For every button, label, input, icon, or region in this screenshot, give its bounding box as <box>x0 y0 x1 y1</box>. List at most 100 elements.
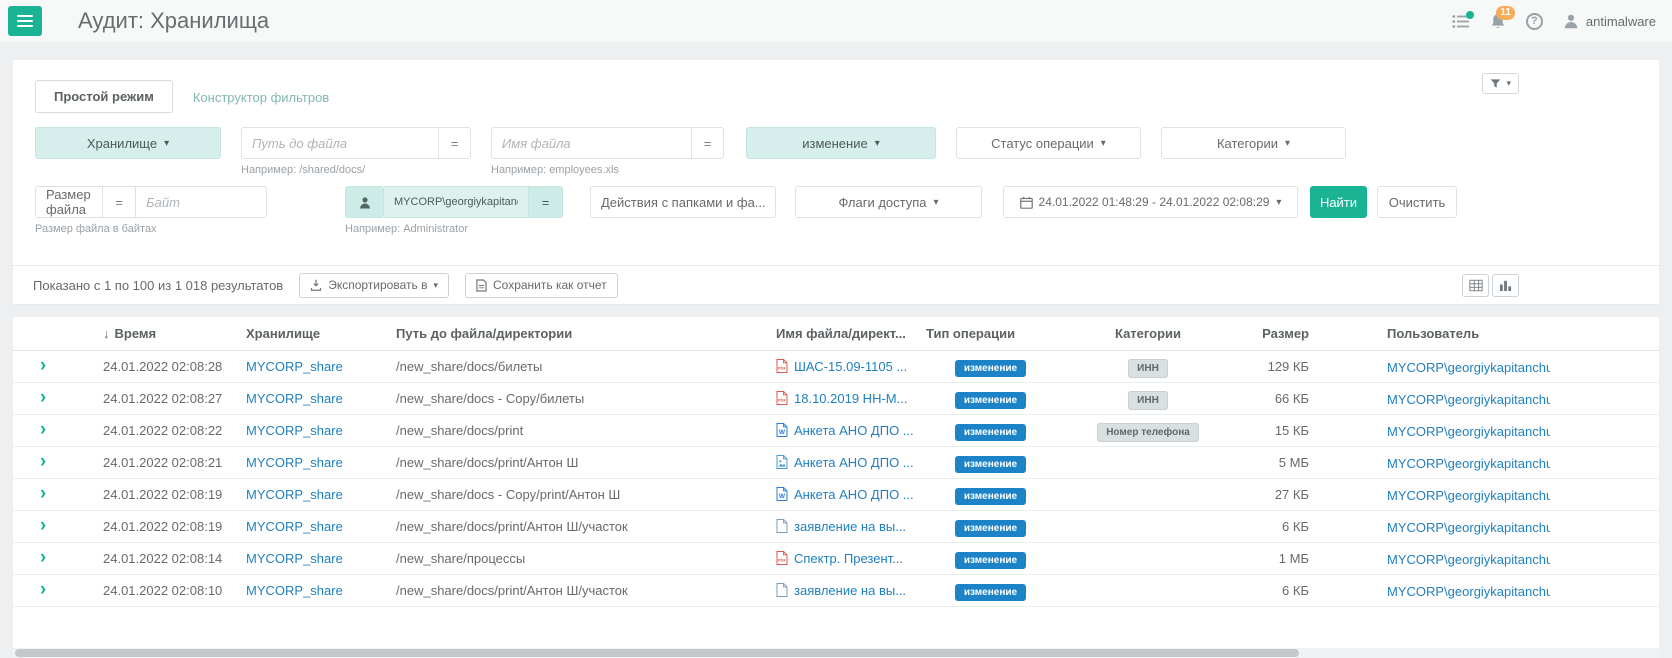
user-icon <box>1563 13 1579 29</box>
tabs-row: Простой режим Конструктор фильтров <box>13 60 1659 113</box>
row-user-link[interactable]: MYCORP\georgiykapitanchuk <box>1387 392 1550 407</box>
categories-label: Категории <box>1217 136 1278 151</box>
export-label: Экспортировать в <box>328 278 427 292</box>
operation-type-dropdown[interactable]: изменение ▾ <box>746 127 936 159</box>
row-user-link[interactable]: MYCORP\georgiykapitanchuk <box>1387 360 1550 375</box>
row-size: 66 КБ <box>1233 383 1379 415</box>
row-storage-link[interactable]: MYCORP_share <box>246 391 343 406</box>
row-file-link[interactable]: Анкета АНО ДПО ... <box>794 487 914 502</box>
filters-panel: Простой режим Конструктор фильтров ▾ Хра… <box>13 60 1659 265</box>
row-file-link[interactable]: 18.10.2019 НН-М... <box>794 391 907 406</box>
col-header-file[interactable]: Имя файла/директ... <box>768 317 918 351</box>
filename-equals-addon: = <box>691 127 724 159</box>
col-header-time[interactable]: ↓Время <box>73 317 238 351</box>
filter-options-button[interactable]: ▾ <box>1482 73 1519 94</box>
expand-row-icon[interactable]: › <box>40 355 46 376</box>
expand-row-icon[interactable]: › <box>40 579 46 600</box>
horizontal-scrollbar[interactable] <box>13 648 1659 658</box>
row-storage-link[interactable]: MYCORP_share <box>246 423 343 438</box>
row-file-link[interactable]: заявление на вы... <box>794 519 906 534</box>
row-user-link[interactable]: MYCORP\georgiykapitanchuk <box>1387 520 1550 535</box>
expand-row-icon[interactable]: › <box>40 451 46 472</box>
row-storage-link[interactable]: MYCORP_share <box>246 455 343 470</box>
row-time: 24.01.2022 02:08:27 <box>73 383 238 415</box>
expand-row-icon[interactable]: › <box>40 483 46 504</box>
col-header-operation[interactable]: Тип операции <box>918 317 1063 351</box>
export-button[interactable]: Экспортировать в ▾ <box>299 273 449 298</box>
table-row: ›24.01.2022 02:08:10MYCORP_share/new_sha… <box>13 575 1659 607</box>
storage-filter-dropdown[interactable]: Хранилище ▾ <box>35 127 221 159</box>
col-header-path[interactable]: Путь до файла/директории <box>388 317 768 351</box>
chart-view-button[interactable] <box>1492 274 1519 297</box>
notifications-bell-icon[interactable]: 11 <box>1490 13 1506 30</box>
table-row: ›24.01.2022 02:08:14MYCORP_share/new_sha… <box>13 543 1659 575</box>
pdf-file-icon: PDF <box>776 551 788 565</box>
file-path-input[interactable] <box>241 127 438 159</box>
chevron-down-icon: ▾ <box>1506 78 1511 89</box>
folder-actions-label: Действия с папками и фа... <box>601 195 765 210</box>
row-file-link[interactable]: заявление на вы... <box>794 583 906 598</box>
row-storage-link[interactable]: MYCORP_share <box>246 551 343 566</box>
operation-badge: изменение <box>955 552 1026 569</box>
tab-filter-constructor[interactable]: Конструктор фильтров <box>173 82 349 113</box>
table-row: › 24.01.2022 02:08:19 MYCORP_share/new_sha… <box>13 511 1659 543</box>
row-user-link[interactable]: MYCORP\georgiykapitanchuk <box>1387 424 1550 439</box>
row-user-link[interactable]: MYCORP\georgiykapitanchuk <box>1387 584 1550 599</box>
chevron-down-icon: ▾ <box>164 138 169 149</box>
row-file-link[interactable]: Спектр. Презент... <box>794 551 903 566</box>
expand-row-icon[interactable]: › <box>40 547 46 568</box>
row-file-link[interactable]: ШАС-15.09-1105 ... <box>794 359 907 374</box>
topbar-actions: 11 ? antimalware <box>1452 13 1656 30</box>
col-header-storage[interactable]: Хранилище <box>238 317 388 351</box>
save-report-button[interactable]: Сохранить как отчет <box>465 273 618 298</box>
row-size: 6 КБ <box>1233 511 1379 543</box>
row-path: /new_share/docs/print/Антон Ш/участок <box>388 511 768 543</box>
col-header-size[interactable]: Размер <box>1233 317 1379 351</box>
row-storage-link[interactable]: MYCORP_share <box>246 359 343 374</box>
row-storage-link[interactable]: MYCORP_share <box>246 519 343 534</box>
expand-row-icon[interactable]: › <box>40 387 46 408</box>
row-path: /new_share/docs/print/Антон Ш/участок <box>388 575 768 607</box>
row-size: 6 КБ <box>1233 575 1379 607</box>
help-icon[interactable]: ? <box>1526 13 1543 30</box>
col-header-categories[interactable]: Категории <box>1063 317 1233 351</box>
scrollbar-thumb[interactable] <box>15 649 1299 657</box>
table-view-button[interactable] <box>1462 274 1489 297</box>
row-time: 24.01.2022 02:08:21 <box>73 447 238 479</box>
access-flags-dropdown[interactable]: Флаги доступа ▾ <box>795 186 982 218</box>
operation-badge: изменение <box>955 456 1026 473</box>
tab-simple-mode[interactable]: Простой режим <box>35 80 173 113</box>
row-storage-link[interactable]: MYCORP_share <box>246 487 343 502</box>
expand-row-icon[interactable]: › <box>40 419 46 440</box>
file-size-input[interactable] <box>135 186 267 218</box>
operation-status-dropdown[interactable]: Статус операции ▾ <box>956 127 1141 159</box>
user-filter-input[interactable] <box>383 186 528 218</box>
calendar-icon <box>1020 196 1033 209</box>
expand-row-icon[interactable]: › <box>40 515 46 536</box>
folder-actions-dropdown[interactable]: Действия с папками и фа... <box>590 186 776 218</box>
chevron-down-icon: ▾ <box>1101 138 1106 149</box>
col-header-user[interactable]: Пользователь <box>1379 317 1659 351</box>
table-grid-icon <box>1469 279 1483 292</box>
person-icon <box>345 186 383 218</box>
row-file-link[interactable]: Анкета АНО ДПО ... <box>794 455 914 470</box>
row-storage-link[interactable]: MYCORP_share <box>246 583 343 598</box>
user-menu[interactable]: antimalware <box>1563 13 1656 29</box>
row-time: 24.01.2022 02:08:22 <box>73 415 238 447</box>
file-name-input[interactable] <box>491 127 691 159</box>
hamburger-menu-button[interactable] <box>8 6 42 36</box>
categories-dropdown[interactable]: Категории ▾ <box>1161 127 1346 159</box>
clear-button[interactable]: Очистить <box>1377 186 1457 218</box>
row-user-link[interactable]: MYCORP\georgiykapitanchuk <box>1387 552 1550 567</box>
date-range-picker[interactable]: 24.01.2022 01:48:29 - 24.01.2022 02:08:2… <box>1003 186 1298 218</box>
row-time: 24.01.2022 02:08:19 <box>73 511 238 543</box>
row-path: /new_share/docs - Copy/print/Антон Ш <box>388 479 768 511</box>
row-file-link[interactable]: Анкета АНО ДПО ... <box>794 423 914 438</box>
operation-badge: изменение <box>955 360 1026 377</box>
row-user-link[interactable]: MYCORP\georgiykapitanchuk <box>1387 456 1550 471</box>
date-range-value: 24.01.2022 01:48:29 - 24.01.2022 02:08:2… <box>1039 195 1270 209</box>
user-hint: Например: Administrator <box>345 223 563 235</box>
search-button[interactable]: Найти <box>1310 186 1367 218</box>
reports-list-icon[interactable] <box>1452 14 1470 29</box>
row-user-link[interactable]: MYCORP\georgiykapitanchuk <box>1387 488 1550 503</box>
